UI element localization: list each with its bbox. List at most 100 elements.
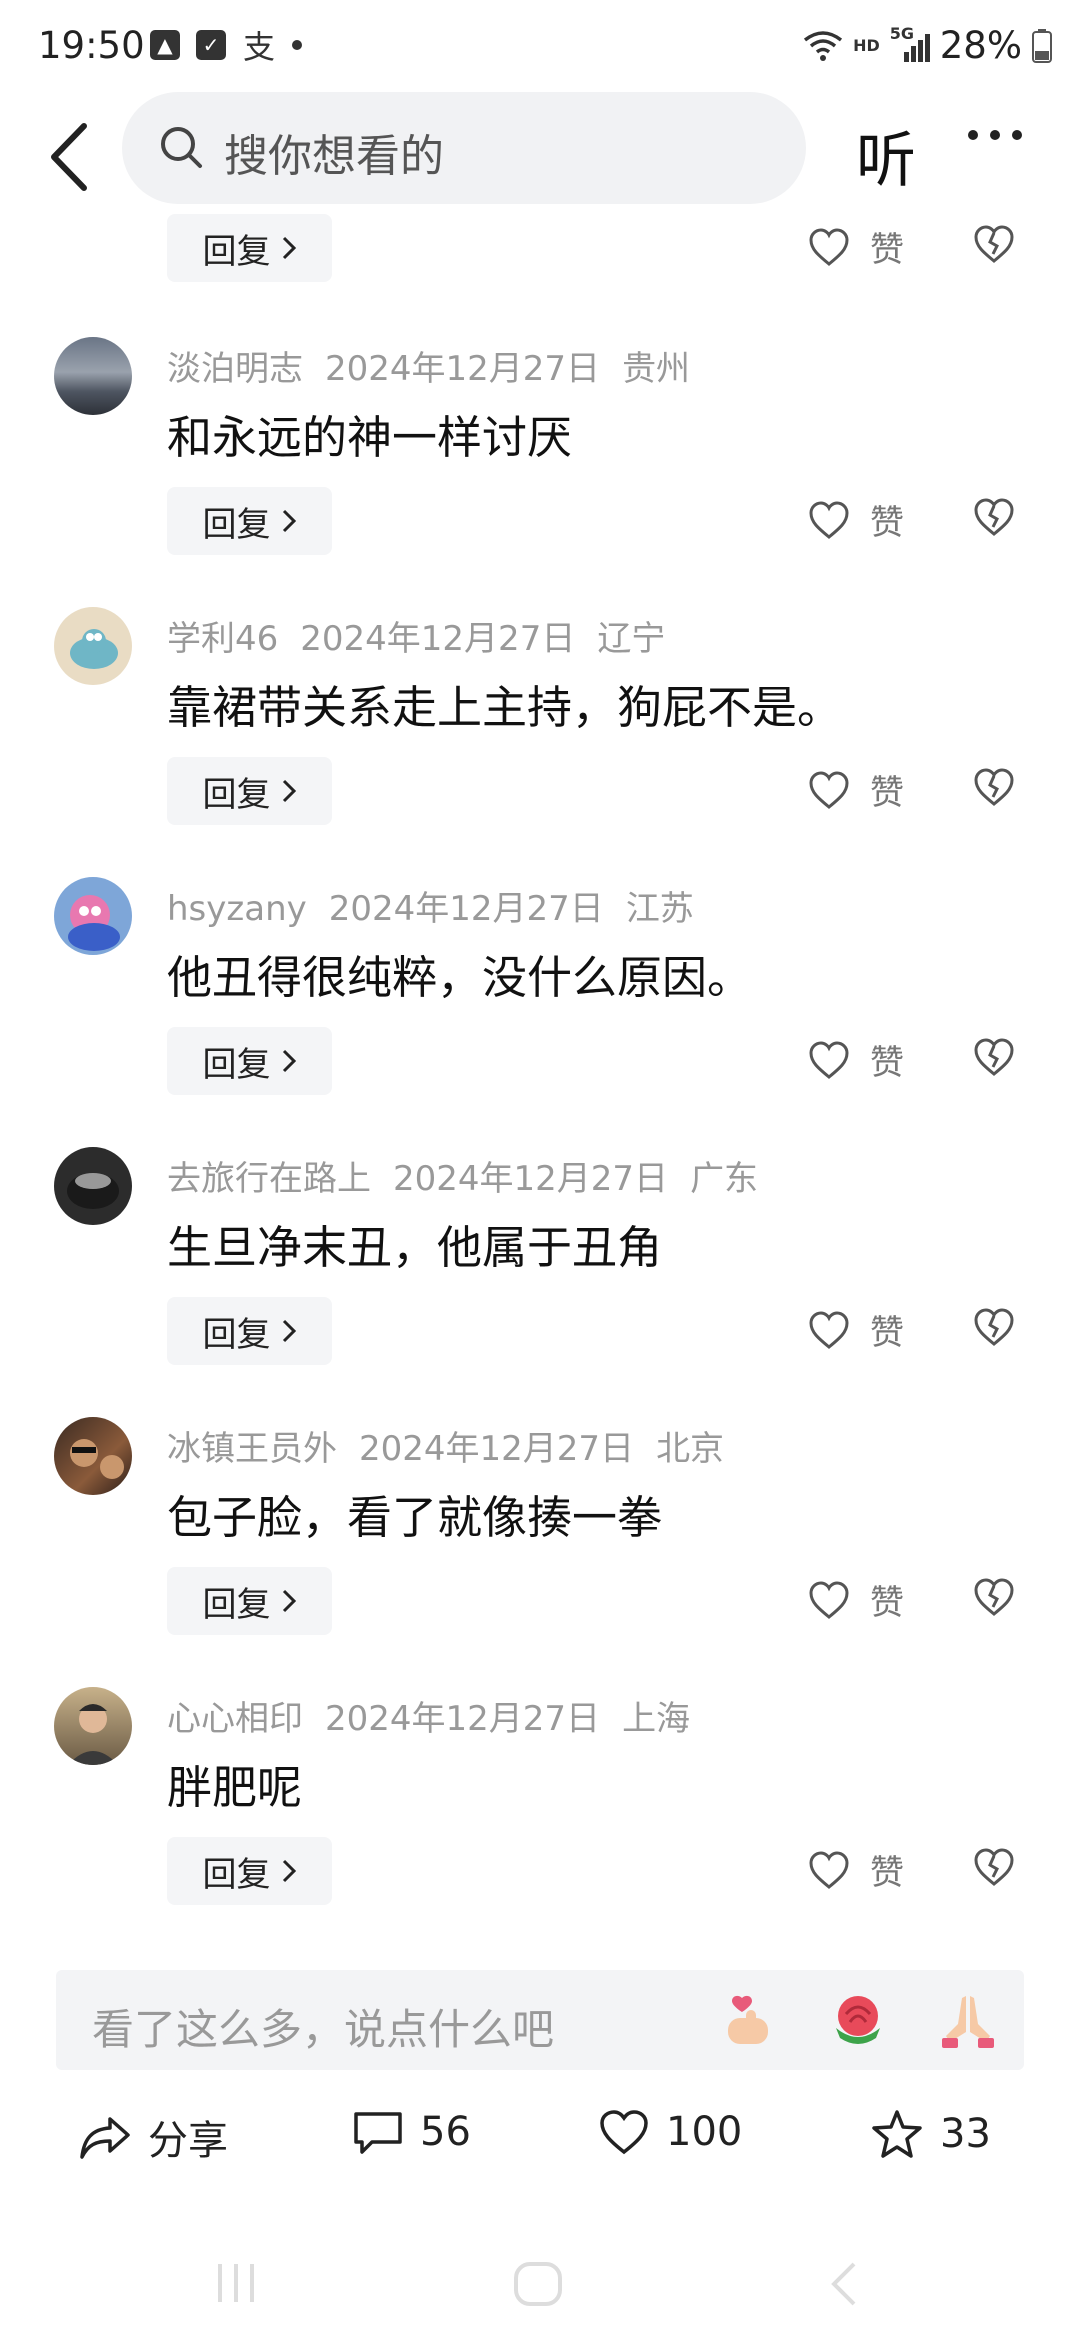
- bottom-action-bar: 分享 56 100 33: [0, 2100, 1080, 2190]
- heart-outline-icon: [809, 1310, 849, 1349]
- broken-heart-icon[interactable]: [972, 767, 1016, 807]
- search-placeholder: 搜你想看的: [224, 131, 444, 182]
- comment-username[interactable]: hsyzany: [167, 889, 307, 929]
- comments-button[interactable]: 56: [352, 2108, 471, 2156]
- like-button[interactable]: 赞: [808, 222, 904, 271]
- more-options-button[interactable]: [968, 130, 1022, 140]
- comments-count: 56: [420, 2109, 471, 2155]
- like-label: 赞: [870, 1583, 904, 1623]
- comment-username[interactable]: 心心相印: [167, 1699, 303, 1739]
- search-icon: [161, 127, 202, 168]
- comment-item: 心心相印 2024年12月27日 上海 胖肥呢 回复 赞: [0, 1687, 1080, 1957]
- comment-date: 2024年12月27日: [328, 889, 604, 929]
- comment-meta: 冰镇王员外 2024年12月27日 北京: [167, 1421, 746, 1470]
- avatar[interactable]: [54, 337, 132, 415]
- rose-emoji-icon[interactable]: [826, 1988, 890, 2052]
- comment-meta: hsyzany 2024年12月27日 江苏: [167, 881, 716, 930]
- praying-hands-emoji-icon[interactable]: [936, 1988, 1000, 2052]
- avatar[interactable]: [54, 607, 132, 685]
- comment-text[interactable]: 包子脸，看了就像揍一拳: [167, 1481, 662, 1546]
- broken-heart-icon[interactable]: [972, 497, 1016, 537]
- reply-button[interactable]: 回复: [167, 1297, 332, 1365]
- check-notification-icon: ✓: [196, 30, 226, 60]
- comment-text[interactable]: 胖肥呢: [167, 1751, 302, 1816]
- comment-meta: 去旅行在路上 2024年12月27日 广东: [167, 1151, 780, 1200]
- broken-heart-icon[interactable]: [972, 1847, 1016, 1887]
- status-right: HD 5G 28%: [803, 24, 1052, 67]
- heart-outline-icon: [809, 227, 849, 266]
- reply-label: 回复: [202, 1854, 271, 1895]
- like-post-button[interactable]: 100: [598, 2108, 742, 2156]
- comment-text[interactable]: 他丑得很纯粹，没什么原因。: [167, 941, 752, 1006]
- comment-date: 2024年12月27日: [393, 1159, 669, 1199]
- like-label: 赞: [870, 230, 904, 270]
- like-button[interactable]: 赞: [808, 1305, 904, 1354]
- reply-button[interactable]: 回复: [167, 487, 332, 555]
- comment-text[interactable]: 生旦净末丑，他属于丑角: [167, 1211, 662, 1276]
- chevron-right-icon: [282, 1589, 296, 1613]
- gallery-notification-icon: ▲: [150, 30, 180, 60]
- comment-input[interactable]: 看了这么多，说点什么吧: [56, 1970, 1024, 2070]
- share-icon: [80, 2117, 130, 2159]
- home-icon[interactable]: [512, 2260, 564, 2308]
- reply-button[interactable]: 回复: [167, 214, 332, 282]
- comment-location: 江苏: [625, 889, 694, 929]
- hd-indicator: HD: [853, 36, 880, 55]
- comment-text[interactable]: 和永远的神一样讨厌: [167, 401, 572, 466]
- recent-apps-icon[interactable]: [212, 2260, 262, 2306]
- avatar[interactable]: [54, 1417, 132, 1495]
- like-button[interactable]: 赞: [808, 1035, 904, 1084]
- signal-icon: 5G: [890, 24, 930, 62]
- comment-item: hsyzany 2024年12月27日 江苏他丑得很纯粹，没什么原因。 回复 赞: [0, 877, 1080, 1147]
- avatar[interactable]: [54, 877, 132, 955]
- favorites-count: 33: [940, 2111, 991, 2157]
- reply-button[interactable]: 回复: [167, 757, 332, 825]
- comment-location: 广东: [690, 1159, 759, 1199]
- reply-button[interactable]: 回复: [167, 1837, 332, 1905]
- comment-date: 2024年12月27日: [325, 349, 601, 389]
- reply-button[interactable]: 回复: [167, 1567, 332, 1635]
- search-bar[interactable]: 搜你想看的: [122, 92, 806, 204]
- share-button[interactable]: 分享: [78, 2108, 228, 2166]
- comment-location: 贵州: [622, 349, 691, 389]
- like-label: 赞: [870, 1853, 904, 1893]
- comment-item: 冰镇王员外 2024年12月27日 北京 包子脸，看了就像揍一拳 回复 赞: [0, 1417, 1080, 1687]
- comment-username[interactable]: 冰镇王员外: [167, 1429, 337, 1469]
- like-button[interactable]: 赞: [808, 765, 904, 814]
- broken-heart-icon[interactable]: [972, 1307, 1016, 1347]
- star-outline-icon: [872, 2110, 922, 2158]
- comment-username[interactable]: 淡泊明志: [167, 349, 303, 389]
- comment-username[interactable]: 学利46: [167, 619, 278, 659]
- comment-username[interactable]: 去旅行在路上: [167, 1159, 371, 1199]
- reply-button[interactable]: 回复: [167, 1027, 332, 1095]
- reply-label: 回复: [202, 231, 271, 272]
- like-button[interactable]: 赞: [808, 1575, 904, 1624]
- reply-label: 回复: [202, 774, 271, 815]
- nav-back-icon[interactable]: [826, 2260, 862, 2308]
- like-label: 赞: [870, 1043, 904, 1083]
- battery-percent: 28%: [939, 24, 1022, 67]
- more-dot-icon: [990, 130, 1000, 140]
- comment-text[interactable]: 靠裙带关系走上主持，狗屁不是。: [167, 671, 842, 736]
- finger-heart-emoji-icon[interactable]: [716, 1988, 780, 2052]
- comment-date: 2024年12月27日: [359, 1429, 635, 1469]
- like-button[interactable]: 赞: [808, 1845, 904, 1894]
- comment-meta: 学利46 2024年12月27日 辽宁: [167, 611, 687, 660]
- heart-outline-icon: [809, 1580, 849, 1619]
- comment-bubble-icon: [354, 2112, 402, 2154]
- likes-count: 100: [666, 2109, 743, 2155]
- wifi-icon: [804, 30, 843, 61]
- back-arrow-icon[interactable]: [40, 112, 100, 202]
- broken-heart-icon[interactable]: [972, 224, 1016, 264]
- chevron-right-icon: [282, 779, 296, 803]
- avatar[interactable]: [54, 1687, 132, 1765]
- like-button[interactable]: 赞: [808, 495, 904, 544]
- like-label: 赞: [870, 773, 904, 813]
- broken-heart-icon[interactable]: [972, 1577, 1016, 1617]
- like-label: 赞: [870, 1313, 904, 1353]
- listen-button[interactable]: 听: [856, 112, 916, 199]
- status-bar: 19:50 ▲ ✓ 支 HD 5G 28%: [0, 0, 1080, 92]
- avatar[interactable]: [54, 1147, 132, 1225]
- favorite-button[interactable]: 33: [870, 2108, 991, 2160]
- broken-heart-icon[interactable]: [972, 1037, 1016, 1077]
